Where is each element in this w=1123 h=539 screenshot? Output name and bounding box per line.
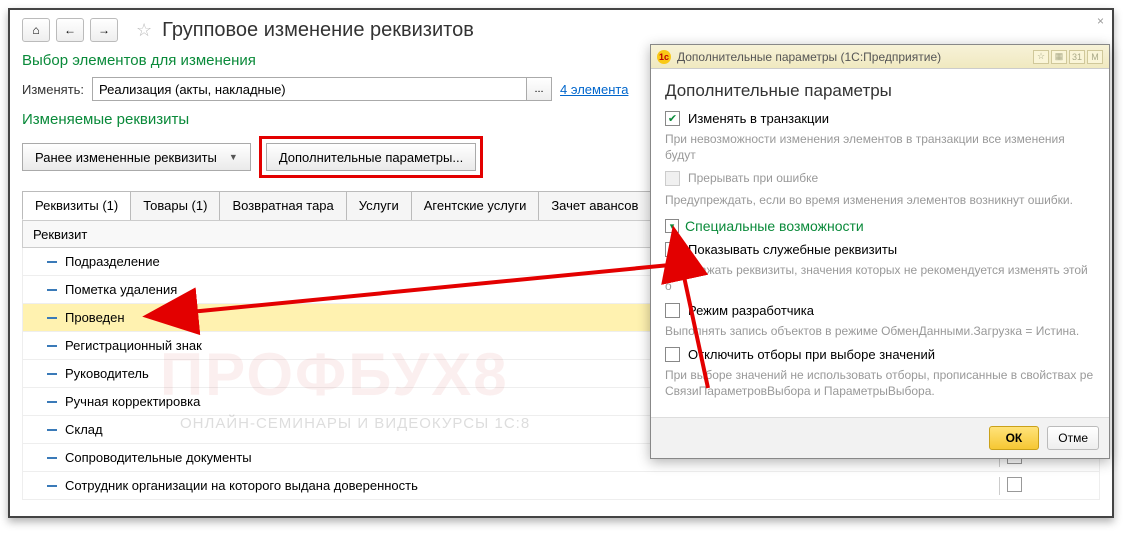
app-logo-icon: 1c — [657, 50, 671, 64]
highlight-extra-params: Дополнительные параметры... — [259, 136, 483, 178]
check-show-service[interactable] — [665, 242, 680, 257]
label-show-service: Показывать служебные реквизиты — [688, 242, 897, 257]
elements-count-link[interactable]: 4 элемента — [560, 82, 628, 97]
dialog-title: Дополнительные параметры — [665, 81, 1095, 101]
titlebar-icon[interactable]: ▦ — [1051, 50, 1067, 64]
row-name: Склад — [65, 422, 103, 437]
row-name: Подразделение — [65, 254, 160, 269]
dash-icon — [47, 289, 57, 291]
forward-button[interactable]: → — [90, 18, 118, 42]
page-title: Групповое изменение реквизитов — [162, 19, 474, 42]
special-section-toggle[interactable]: ▾ Специальные возможности — [665, 218, 1095, 234]
row-name: Ручная корректировка — [65, 394, 200, 409]
tab-agent[interactable]: Агентские услуги — [411, 191, 540, 220]
row-name: Руководитель — [65, 366, 149, 381]
tab-requisites[interactable]: Реквизиты (1) — [22, 191, 131, 220]
change-picker-button[interactable]: ... — [526, 77, 552, 101]
extra-params-dialog: 1c Дополнительные параметры (1С:Предприя… — [650, 44, 1110, 459]
hint-abort: Предупреждать, если во время изменения э… — [665, 193, 1095, 209]
dash-icon — [47, 429, 57, 431]
dash-icon — [47, 457, 57, 459]
row-name: Проведен — [65, 310, 125, 325]
row-name: Сотрудник организации на которого выдана… — [65, 478, 418, 493]
collapse-icon: ▾ — [665, 219, 679, 233]
dialog-titlebar[interactable]: 1c Дополнительные параметры (1С:Предприя… — [651, 45, 1109, 69]
table-row[interactable]: Сотрудник организации на которого выдана… — [22, 472, 1100, 500]
dash-icon — [47, 373, 57, 375]
tab-return[interactable]: Возвратная тара — [219, 191, 346, 220]
tab-goods[interactable]: Товары (1) — [130, 191, 220, 220]
dash-icon — [47, 317, 57, 319]
change-label: Изменять: — [22, 82, 84, 97]
titlebar-icon[interactable]: ☆ — [1033, 50, 1049, 64]
cancel-button[interactable]: Отме — [1047, 426, 1099, 450]
hint-disable-filters: При выборе значений не использовать отбо… — [665, 368, 1095, 399]
check-in-transaction[interactable] — [665, 111, 680, 126]
change-input[interactable] — [92, 77, 526, 101]
prev-changed-button[interactable]: Ранее измененные реквизиты ▼ — [22, 143, 251, 171]
dash-icon — [47, 401, 57, 403]
extra-params-button[interactable]: Дополнительные параметры... — [266, 143, 476, 171]
row-checkbox[interactable] — [1007, 477, 1022, 492]
check-dev-mode[interactable] — [665, 303, 680, 318]
row-name: Регистрационный знак — [65, 338, 202, 353]
hint-dev-mode: Выполнять запись объектов в режиме Обмен… — [665, 324, 1095, 340]
tab-advance[interactable]: Зачет авансов — [538, 191, 651, 220]
row-name: Сопроводительные документы — [65, 450, 252, 465]
ok-button[interactable]: ОК — [989, 426, 1040, 450]
back-button[interactable]: ← — [56, 18, 84, 42]
titlebar-icon[interactable]: 31 — [1069, 50, 1085, 64]
titlebar-icon[interactable]: M — [1087, 50, 1103, 64]
check-abort — [665, 171, 680, 186]
label-in-transaction: Изменять в транзакции — [688, 111, 829, 126]
dialog-titlebar-text: Дополнительные параметры (1С:Предприятие… — [677, 50, 941, 64]
label-abort: Прерывать при ошибке — [688, 171, 818, 187]
row-name: Пометка удаления — [65, 282, 177, 297]
dash-icon — [47, 485, 57, 487]
star-icon[interactable]: ☆ — [136, 20, 152, 41]
label-disable-filters: Отключить отборы при выборе значений — [688, 347, 935, 362]
dash-icon — [47, 261, 57, 263]
dash-icon — [47, 345, 57, 347]
hint-show-service: Отображать реквизиты, значения которых н… — [665, 263, 1095, 294]
tab-services[interactable]: Услуги — [346, 191, 412, 220]
chevron-down-icon: ▼ — [229, 152, 238, 162]
hint-in-transaction: При невозможности изменения элементов в … — [665, 132, 1095, 163]
check-disable-filters[interactable] — [665, 347, 680, 362]
home-button[interactable]: ⌂ — [22, 18, 50, 42]
label-dev-mode: Режим разработчика — [688, 303, 814, 318]
